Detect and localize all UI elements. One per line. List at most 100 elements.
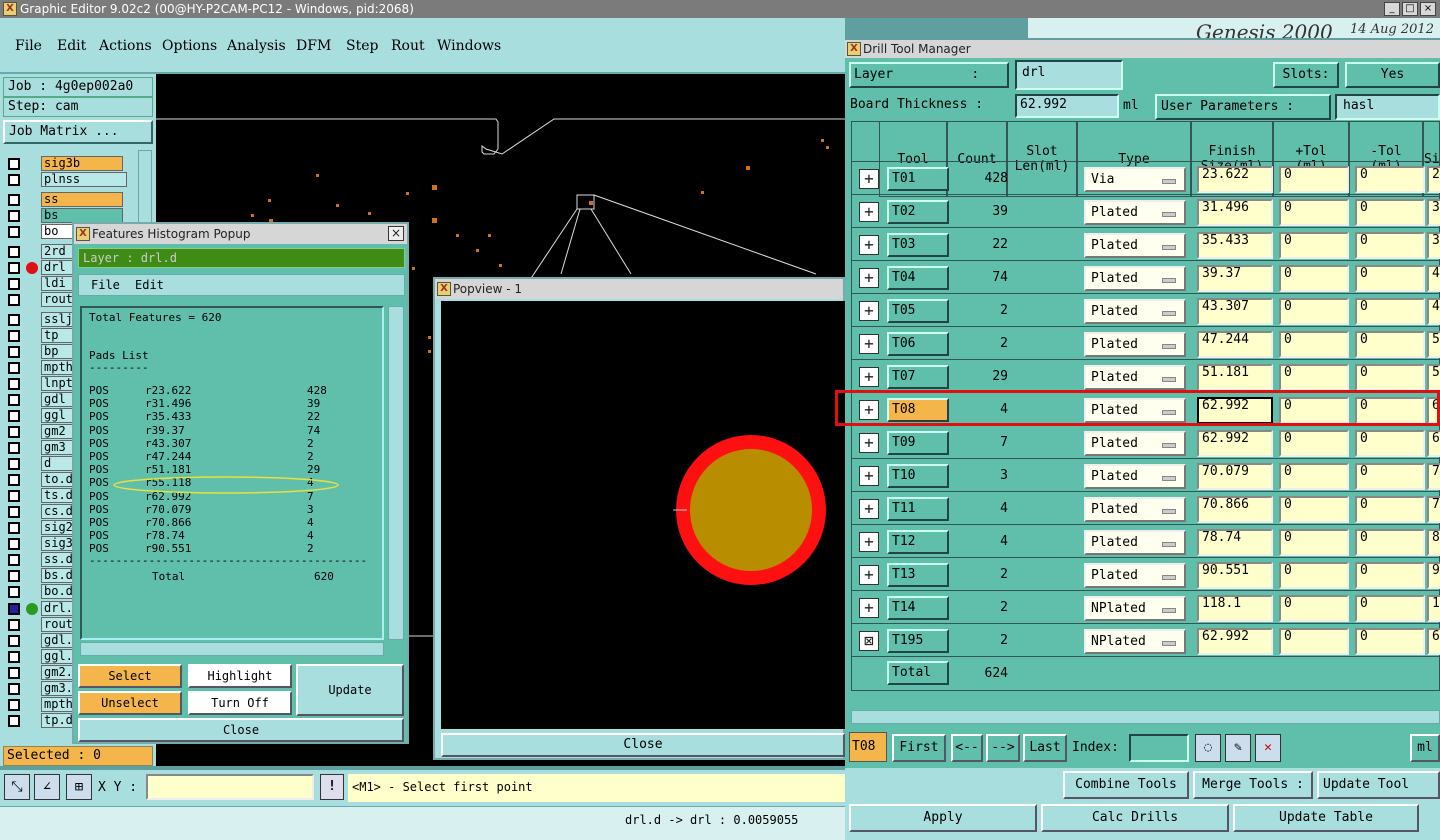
layer-row[interactable]: sig3b — [4, 156, 132, 172]
user-params-value[interactable]: hasl — [1335, 94, 1440, 120]
tool-row[interactable]: + T11 4 Plated 70.866 0 0 7 — [851, 491, 1440, 524]
add-tool-icon[interactable]: + — [859, 202, 879, 222]
tool-name[interactable]: T08 — [887, 398, 949, 422]
popview-close-button[interactable]: Close — [441, 733, 845, 757]
tool-ntol-input[interactable]: 0 — [1355, 364, 1425, 391]
histogram-vscroll[interactable] — [388, 306, 404, 640]
tool-name[interactable]: T195 — [887, 629, 949, 653]
tool-finish-input[interactable]: 118.1 — [1197, 595, 1273, 622]
tool-name[interactable]: T06 — [887, 332, 949, 356]
layer-checkbox[interactable] — [8, 362, 20, 374]
layer-checkbox[interactable] — [8, 158, 20, 170]
popview-canvas[interactable] — [441, 301, 847, 729]
tool-ptol-input[interactable]: 0 — [1279, 529, 1349, 556]
layer-checkbox[interactable] — [8, 554, 20, 566]
tool-ntol-input[interactable]: 0 — [1355, 430, 1425, 457]
tool-ptol-input[interactable]: 0 — [1279, 628, 1349, 655]
tool-name[interactable]: T07 — [887, 365, 949, 389]
tool-ntol-input[interactable]: 0 — [1355, 166, 1425, 193]
prev-button[interactable]: <-- — [951, 734, 983, 762]
close-window-button[interactable]: × — [1420, 2, 1436, 16]
board-thickness-input[interactable]: 62.992 — [1015, 94, 1119, 118]
tool-name[interactable]: T05 — [887, 299, 949, 323]
tool-finish-input[interactable]: 70.079 — [1197, 463, 1273, 490]
add-tool-icon[interactable]: + — [859, 532, 879, 552]
layer-checkbox[interactable] — [8, 458, 20, 470]
tool-name[interactable]: T03 — [887, 233, 949, 257]
layer-checkbox[interactable] — [8, 522, 20, 534]
tool-name[interactable]: T13 — [887, 563, 949, 587]
tool-name[interactable]: T09 — [887, 431, 949, 455]
maximize-button[interactable]: □ — [1402, 2, 1418, 16]
add-tool-icon[interactable]: + — [859, 334, 879, 354]
tool-row[interactable]: + T12 4 Plated 78.74 0 0 8 — [851, 524, 1440, 557]
tool-ptol-input[interactable]: 0 — [1279, 232, 1349, 259]
menu-options[interactable]: Options — [162, 38, 217, 54]
tool-extra-input[interactable]: 4 — [1427, 298, 1440, 325]
tool-finish-input[interactable]: 62.992 — [1197, 397, 1273, 424]
tool-type-select[interactable]: Plated — [1084, 266, 1186, 291]
layer-checkbox[interactable] — [8, 210, 20, 222]
tool-finish-input[interactable]: 51.181 — [1197, 364, 1273, 391]
layer-name[interactable]: plnss — [41, 172, 127, 187]
tool-ptol-input[interactable]: 0 — [1279, 265, 1349, 292]
tool-name[interactable]: T11 — [887, 497, 949, 521]
delete-icon[interactable]: ✕ — [1255, 734, 1281, 762]
layer-checkbox[interactable] — [8, 538, 20, 550]
measure-icon[interactable]: ∠ — [34, 774, 60, 800]
histogram-hscroll[interactable] — [80, 642, 384, 656]
tool-row[interactable]: + T03 22 Plated 35.433 0 0 3 — [851, 227, 1440, 260]
layer-checkbox[interactable] — [8, 442, 20, 454]
layer-checkbox[interactable] — [8, 330, 20, 342]
tool-finish-input[interactable]: 43.307 — [1197, 298, 1273, 325]
layer-checkbox[interactable] — [8, 174, 20, 186]
tool-row[interactable]: + T02 39 Plated 31.496 0 0 3 — [851, 194, 1440, 227]
layer-checkbox[interactable] — [8, 715, 20, 727]
menu-rout[interactable]: Rout — [391, 38, 425, 54]
add-tool-icon[interactable]: + — [859, 433, 879, 453]
tool-type-select[interactable]: Plated — [1084, 530, 1186, 555]
menu-edit[interactable]: Edit — [57, 38, 86, 54]
tool-type-select[interactable]: Plated — [1084, 398, 1186, 423]
tool-extra-input[interactable]: 6 — [1427, 430, 1440, 457]
add-tool-icon[interactable]: + — [859, 301, 879, 321]
calc-drills-button[interactable]: Calc Drills — [1041, 804, 1229, 832]
layer-checkbox[interactable] — [8, 314, 20, 326]
tool-row[interactable]: + T07 29 Plated 51.181 0 0 5 — [851, 359, 1440, 392]
tool-finish-input[interactable]: 31.496 — [1197, 199, 1273, 226]
highlight-button[interactable]: Highlight — [188, 664, 292, 688]
histogram-menu-file[interactable]: File — [91, 278, 120, 292]
unselect-button[interactable]: Unselect — [78, 691, 182, 715]
add-tool-icon[interactable]: + — [859, 400, 879, 420]
tool-ntol-input[interactable]: 0 — [1355, 595, 1425, 622]
tool-type-select[interactable]: Plated — [1084, 563, 1186, 588]
layer-checkbox[interactable] — [8, 699, 20, 711]
tool-ntol-input[interactable]: 0 — [1355, 628, 1425, 655]
tool-extra-input[interactable]: 6 — [1427, 628, 1440, 655]
layer-checkbox[interactable] — [8, 194, 20, 206]
tool-type-select[interactable]: Plated — [1084, 497, 1186, 522]
tool-finish-input[interactable]: 70.866 — [1197, 496, 1273, 523]
histogram-menu-edit[interactable]: Edit — [135, 278, 164, 292]
tool-extra-input[interactable]: 7 — [1427, 463, 1440, 490]
tool-finish-input[interactable]: 62.992 — [1197, 628, 1273, 655]
menu-windows[interactable]: Windows — [437, 38, 501, 54]
tool-row[interactable]: + T09 7 Plated 62.992 0 0 6 — [851, 425, 1440, 458]
update-table-button[interactable]: Update Table — [1233, 804, 1419, 832]
layer-checkbox[interactable] — [8, 394, 20, 406]
menu-step[interactable]: Step — [346, 38, 378, 54]
tool-name[interactable]: T02 — [887, 200, 949, 224]
tool-ptol-input[interactable]: 0 — [1279, 331, 1349, 358]
tool-row[interactable]: + T05 2 Plated 43.307 0 0 4 — [851, 293, 1440, 326]
layer-checkbox[interactable] — [8, 570, 20, 582]
edit-icon[interactable]: ✎ — [1225, 734, 1251, 762]
update-button[interactable]: Update — [296, 664, 404, 716]
tool-type-select[interactable]: Via — [1084, 167, 1186, 192]
tool-ntol-input[interactable]: 0 — [1355, 529, 1425, 556]
tool-extra-input[interactable]: 2 — [1427, 166, 1440, 193]
turn-off-button[interactable]: Turn Off — [188, 691, 292, 715]
tool-row[interactable]: + T01 428 Via 23.622 0 0 2 — [851, 161, 1440, 194]
histogram-close-button[interactable]: Close — [78, 718, 404, 742]
tool-ptol-input[interactable]: 0 — [1279, 166, 1349, 193]
table-hscroll[interactable] — [851, 710, 1440, 724]
